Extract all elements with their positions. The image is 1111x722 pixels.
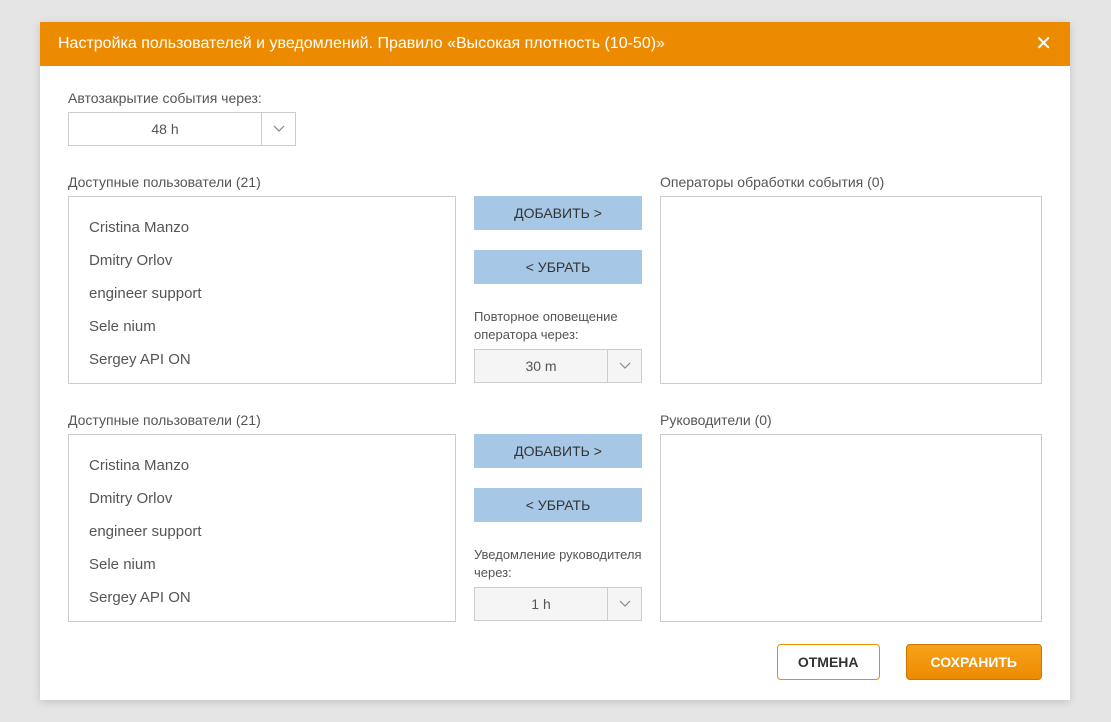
list-item[interactable]: Sergey API ON: [89, 343, 447, 376]
autoclose-value: 48 h: [69, 121, 261, 137]
operators-add-button[interactable]: ДОБАВИТЬ >: [474, 196, 642, 230]
operators-target-label: Операторы обработки события (0): [660, 174, 1042, 190]
list-item[interactable]: Sele nium: [89, 310, 447, 343]
modal-title: Настройка пользователей и уведомлений. П…: [58, 35, 665, 53]
operators-repeat-label: Повторное оповещение оператора через:: [474, 308, 642, 343]
list-item[interactable]: Cristina Manzo: [89, 449, 447, 482]
operators-section: Доступные пользователи (21) Cristina Man…: [68, 174, 1042, 384]
operators-available-list[interactable]: Cristina ManzoDmitry Orlovengineer suppo…: [68, 196, 456, 384]
operators-target-list[interactable]: [660, 196, 1042, 384]
supervisors-available-label: Доступные пользователи (21): [68, 412, 456, 428]
supervisors-target-label: Руководители (0): [660, 412, 1042, 428]
chevron-down-icon[interactable]: [607, 588, 641, 620]
list-item[interactable]: Dmitry Orlov: [89, 482, 447, 515]
modal-header: Настройка пользователей и уведомлений. П…: [40, 22, 1070, 66]
chevron-down-icon[interactable]: [607, 350, 641, 382]
cancel-button[interactable]: ОТМЕНА: [777, 644, 880, 680]
chevron-down-icon[interactable]: [261, 113, 295, 145]
modal-footer: ОТМЕНА СОХРАНИТЬ: [68, 644, 1042, 680]
supervisors-target-list[interactable]: [660, 434, 1042, 622]
list-item[interactable]: Sele nium: [89, 548, 447, 581]
operators-available-label: Доступные пользователи (21): [68, 174, 456, 190]
settings-modal: Настройка пользователей и уведомлений. П…: [40, 22, 1070, 700]
supervisors-section: Доступные пользователи (21) Cristina Man…: [68, 412, 1042, 622]
close-icon[interactable]: ✕: [1035, 34, 1052, 54]
autoclose-label: Автозакрытие события через:: [68, 90, 1042, 106]
supervisors-available-list[interactable]: Cristina ManzoDmitry Orlovengineer suppo…: [68, 434, 456, 622]
supervisors-add-button[interactable]: ДОБАВИТЬ >: [474, 434, 642, 468]
list-item[interactable]: engineer support: [89, 277, 447, 310]
supervisors-notify-select[interactable]: 1 h: [474, 587, 642, 621]
save-button[interactable]: СОХРАНИТЬ: [906, 644, 1042, 680]
list-item[interactable]: Cristina Manzo: [89, 211, 447, 244]
list-item[interactable]: engineer support: [89, 515, 447, 548]
list-item[interactable]: Dmitry Orlov: [89, 244, 447, 277]
operators-repeat-select[interactable]: 30 m: [474, 349, 642, 383]
supervisors-remove-button[interactable]: < УБРАТЬ: [474, 488, 642, 522]
supervisors-notify-label: Уведомление руководителя через:: [474, 546, 642, 581]
operators-remove-button[interactable]: < УБРАТЬ: [474, 250, 642, 284]
autoclose-select[interactable]: 48 h: [68, 112, 296, 146]
operators-repeat-value: 30 m: [475, 358, 607, 374]
modal-body: Автозакрытие события через: 48 h Доступн…: [40, 66, 1070, 700]
list-item[interactable]: Sergey API ON: [89, 581, 447, 614]
supervisors-notify-value: 1 h: [475, 596, 607, 612]
